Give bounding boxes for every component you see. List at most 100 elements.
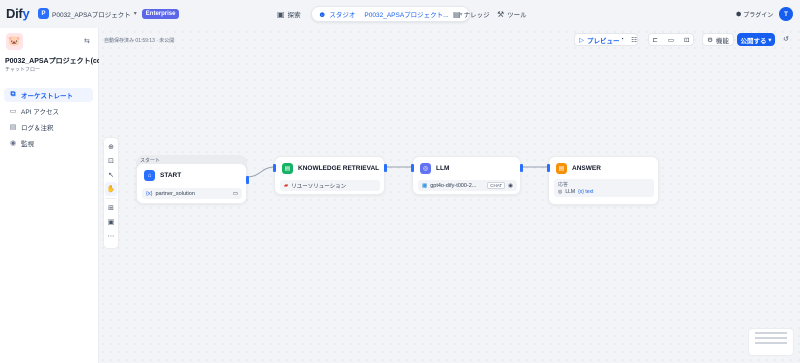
chevron-down-icon: ▾ [133, 11, 137, 17]
user-avatar[interactable]: T [779, 7, 793, 21]
nav-knowledge[interactable]: ▤ ナレッジ [453, 6, 490, 22]
book-icon: ▤ [453, 9, 461, 19]
answer-ref-var: {x} text [578, 189, 594, 195]
publish-label: 公開する [740, 37, 767, 45]
orchestrate-icon: ⧉ [10, 91, 16, 98]
llm-node-title: LLM [436, 165, 450, 172]
checklist-icon[interactable]: ☷ [629, 33, 639, 46]
organize-icon[interactable]: ⊞ [108, 201, 114, 215]
plugins-button[interactable]: ⬢ プラグイン [736, 10, 773, 19]
app-icon: 🐷 [6, 33, 23, 50]
knowledge-retrieval-node[interactable]: ▤ KNOWLEDGE RETRIEVAL ▰ リユーソリューション [273, 156, 387, 195]
add-node-icon[interactable]: ⊕ [108, 140, 114, 154]
canvas-actions: ⊏ ▭ ⊡ [648, 33, 694, 46]
answer-field-label: 応答 [558, 182, 569, 188]
hand-icon[interactable]: ✋ [105, 182, 117, 196]
canvas-control-bar: ⊕ ⊡ ↖ ✋ ⊞ ▣ ⋯ [103, 137, 119, 249]
brain-icon: ◎ [420, 163, 431, 174]
home-icon: ⌂ [144, 170, 155, 181]
answer-node-header: ▤ ANSWER [556, 163, 601, 174]
sidebar-item-label: オーケストレート [21, 93, 73, 100]
minimap[interactable] [748, 328, 794, 356]
knowledge-output-handle[interactable] [384, 164, 387, 172]
env-icon[interactable]: ⊏ [652, 36, 657, 44]
run-history-icon[interactable]: ◔ [617, 33, 627, 46]
workspace-avatar: P [38, 8, 49, 19]
knowledge-input-handle[interactable] [273, 164, 276, 172]
start-node-title: START [160, 172, 182, 179]
monitor-icon: ◉ [9, 140, 17, 147]
document-icon: ▤ [9, 124, 17, 131]
answer-output-box: 応答 ◎ LLM {x} text [554, 179, 654, 197]
minimap-icon[interactable]: ▣ [108, 215, 115, 229]
llm-node-header: ◎ LLM [420, 163, 449, 174]
start-output-handle[interactable] [246, 176, 249, 184]
nav-studio[interactable]: ☻ スタジオ P0032_APSAプロジェクト... ▾ [311, 6, 470, 22]
top-bar: Dify P P0032_APSAプロジェクト ▾ Enterprise ▣ 探… [0, 0, 800, 28]
workspace-name: P0032_APSAプロジェクト [52, 11, 131, 19]
llm-model-row: ▦ gpt4o-dify-t000-2... CHAT ◉ [418, 180, 517, 191]
sidebar-item-label: ログ＆注釈 [21, 125, 54, 132]
pointer-icon[interactable]: ↖ [108, 168, 114, 182]
divider [106, 198, 116, 199]
llm-output-handle[interactable] [520, 164, 523, 172]
dify-logo[interactable]: Dify [6, 6, 30, 21]
sidebar-item-monitor[interactable]: ◉ 監視 [4, 136, 93, 150]
terminal-icon: ▭ [9, 108, 17, 115]
sidebar-item-api-access[interactable]: ▭ API アクセス [4, 104, 93, 118]
features-button[interactable]: ⚙ 機能 [702, 33, 734, 46]
app-type: チャットフロー [5, 67, 40, 73]
nav-explore[interactable]: ▣ 探索 [277, 6, 301, 22]
sidebar-item-logs[interactable]: ▤ ログ＆注釈 [4, 120, 93, 134]
app-sidebar: 🐷 ⇆ P0032_APSAプロジェクト(copy) チャットフロー ⧉ オーケ… [0, 28, 112, 363]
azure-icon: ▦ [422, 182, 428, 189]
nav-explore-label: 探索 [287, 12, 301, 19]
plugin-icon: ⬢ [736, 12, 742, 18]
version-history-icon[interactable]: ↺ [783, 35, 789, 43]
llm-node[interactable]: ◎ LLM ▦ gpt4o-dify-t000-2... CHAT ◉ [411, 156, 523, 195]
llm-ref-icon: ◎ [558, 189, 563, 195]
variables-icon[interactable]: ▭ [668, 36, 674, 44]
plugins-label: プラグイン [743, 13, 774, 19]
tools-icon: ⚒ [497, 9, 505, 19]
sidebar-item-label: 監視 [21, 141, 34, 148]
workspace-selector[interactable]: P P0032_APSAプロジェクト ▾ Enterprise [38, 8, 180, 19]
more-icon[interactable]: ⋯ [108, 229, 115, 243]
start-variable: partner_solution [155, 190, 195, 197]
studio-project-label: P0032_APSAプロジェクト... [364, 12, 449, 19]
answer-node[interactable]: ▤ ANSWER 応答 ◎ LLM {x} text [547, 156, 659, 205]
autosave-status: 自動保存済み 01:59:13 · 未公開 [104, 38, 175, 44]
variable-prefix: {x} [146, 190, 153, 197]
nav-tools[interactable]: ⚒ ツール [497, 6, 527, 22]
input-type-icon: ▭ [232, 190, 238, 197]
nav-tools-label: ツール [507, 12, 527, 19]
explore-icon: ▣ [277, 9, 285, 19]
play-icon: ▷ [579, 36, 584, 44]
export-icon[interactable]: ⊡ [684, 36, 689, 44]
answer-variable-ref: ◎ LLM {x} text [558, 189, 593, 195]
llm-model-name: gpt4o-dify-t000-2... [430, 182, 477, 189]
knowledge-dataset: リユーソリューション [291, 183, 347, 190]
collapse-sidebar-icon[interactable]: ⇆ [84, 37, 90, 45]
knowledge-dataset-row: ▰ リユーソリューション [280, 180, 380, 191]
answer-icon: ▤ [556, 163, 567, 174]
features-label: 機能 [715, 37, 729, 45]
start-variable-row: {x} partner_solution ▭ [142, 188, 242, 199]
llm-input-handle[interactable] [411, 164, 414, 172]
robot-icon: ☻ [318, 9, 327, 19]
publish-button[interactable]: 公開する ▾ [737, 33, 775, 46]
sidebar-item-orchestrate[interactable]: ⧉ オーケストレート [4, 88, 93, 102]
answer-ref-node: LLM [565, 189, 576, 195]
answer-node-title: ANSWER [572, 165, 601, 172]
app-title: P0032_APSAプロジェクト(copy) [5, 58, 112, 65]
answer-input-handle[interactable] [547, 164, 550, 172]
start-node[interactable]: ⌂ START {x} partner_solution ▭ [136, 163, 249, 204]
note-icon[interactable]: ⊡ [108, 154, 114, 168]
preview-label: プレビュー [587, 37, 620, 45]
knowledge-node-title: KNOWLEDGE RETRIEVAL [298, 165, 380, 172]
features-icon: ⚙ [707, 36, 713, 44]
enterprise-badge: Enterprise [141, 8, 180, 19]
dataset-icon: ▰ [284, 182, 289, 189]
settings-icon: ◉ [508, 182, 513, 189]
nav-knowledge-label: ナレッジ [463, 12, 490, 19]
